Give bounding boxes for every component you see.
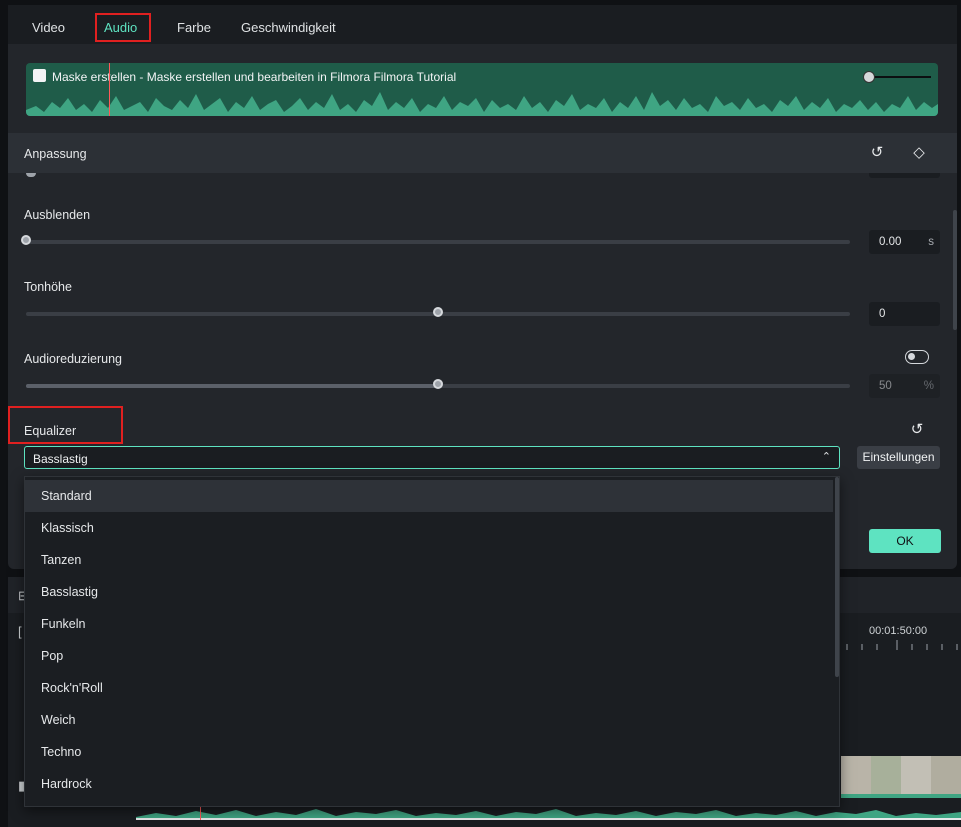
fadeout-value: 0.00 xyxy=(879,236,902,248)
section-title: Anpassung xyxy=(24,147,87,161)
denoise-slider[interactable] xyxy=(26,379,850,389)
music-note-icon xyxy=(33,69,46,82)
pitch-label: Tonhöhe xyxy=(24,280,72,294)
equalizer-option-label: Hardrock xyxy=(41,777,92,791)
equalizer-selected: Basslastig xyxy=(33,452,88,466)
equalizer-option[interactable]: Rock'n'Roll xyxy=(25,672,833,704)
equalizer-option-label: Pop xyxy=(41,649,64,663)
fadeout-unit: s xyxy=(928,236,934,248)
ok-button[interactable]: OK xyxy=(869,529,941,553)
video-clip-thumbnails[interactable] xyxy=(841,756,961,798)
equalizer-option-label: Rock'n'Roll xyxy=(41,681,103,695)
tab-video[interactable]: Video xyxy=(32,20,65,35)
equalizer-option-label: Tanzen xyxy=(41,553,82,567)
equalizer-option-label: Weich xyxy=(41,713,76,727)
pitch-value: 0 xyxy=(879,308,886,320)
denoise-slider-fill xyxy=(26,384,438,388)
chevron-up-icon: ⌃ xyxy=(821,451,831,463)
equalizer-option[interactable]: Tanzen xyxy=(25,544,833,576)
pitch-slider[interactable] xyxy=(26,307,850,317)
equalizer-option[interactable]: Weich xyxy=(25,704,833,736)
audio-clip-preview: Maske erstellen - Maske erstellen und be… xyxy=(26,63,938,116)
equalizer-option[interactable]: Funkeln xyxy=(25,608,833,640)
equalizer-option[interactable]: Pop xyxy=(25,640,833,672)
audio-tab-highlight xyxy=(95,13,151,42)
equalizer-select[interactable]: Basslastig ⌃ xyxy=(24,446,840,469)
equalizer-option[interactable]: Hardrock xyxy=(25,768,833,800)
equalizer-reset-icon[interactable]: ↺ xyxy=(909,422,925,438)
section-header: Anpassung ↺ ◇ xyxy=(8,133,957,173)
equalizer-option-label: Techno xyxy=(41,745,82,759)
tab-geschwindigkeit[interactable]: Geschwindigkeit xyxy=(241,20,336,35)
volume-slider-track[interactable] xyxy=(869,76,931,78)
equalizer-option[interactable]: Standard xyxy=(25,480,833,512)
fadeout-label: Ausblenden xyxy=(24,208,91,222)
denoise-toggle[interactable] xyxy=(905,350,929,364)
settings-button[interactable]: Einstellungen xyxy=(857,446,940,469)
pitch-slider-knob[interactable] xyxy=(433,307,443,317)
equalizer-option[interactable]: Techno xyxy=(25,736,833,768)
equalizer-option-label: Klassisch xyxy=(41,521,94,535)
tab-farbe[interactable]: Farbe xyxy=(177,20,211,35)
equalizer-option-label: Basslastig xyxy=(41,585,98,599)
playhead[interactable] xyxy=(109,63,110,116)
equalizer-highlight xyxy=(8,406,123,444)
equalizer-dropdown: Standard Klassisch Tanzen Basslastig Funkeln… xyxy=(24,476,840,807)
volume-slider-knob[interactable] xyxy=(863,71,875,83)
equalizer-option[interactable]: Basslastig xyxy=(25,576,833,608)
equalizer-option-label: Standard xyxy=(41,489,92,503)
timeline-ruler-ticks xyxy=(846,640,958,650)
fadeout-value-field[interactable]: 0.00 s xyxy=(869,230,940,254)
equalizer-option-label: Funkeln xyxy=(41,617,86,631)
reset-icon[interactable]: ↺ xyxy=(869,145,885,161)
dropdown-scrollbar[interactable] xyxy=(835,477,839,677)
fadeout-slider-knob[interactable] xyxy=(21,235,31,245)
equalizer-option[interactable]: Klassisch xyxy=(25,512,833,544)
fadeout-slider[interactable] xyxy=(21,235,850,245)
audio-waveform xyxy=(26,92,938,116)
denoise-label: Audioreduzierung xyxy=(24,352,122,366)
denoise-value: 50 xyxy=(879,380,892,392)
keyframe-diamond-icon[interactable]: ◇ xyxy=(911,145,927,161)
track-add-icon[interactable]: [ xyxy=(18,624,22,639)
denoise-unit: % xyxy=(923,380,934,392)
denoise-value-field[interactable]: 50 % xyxy=(869,374,940,398)
panel-scrollbar[interactable] xyxy=(953,210,957,330)
fadein-value-partial[interactable] xyxy=(869,173,940,178)
denoise-slider-knob[interactable] xyxy=(433,379,443,389)
timeline-timecode: 00:01:50:00 xyxy=(869,625,928,637)
denoise-toggle-dot xyxy=(908,353,915,360)
pitch-value-field[interactable]: 0 xyxy=(869,302,940,326)
clip-title: Maske erstellen - Maske erstellen und be… xyxy=(52,70,457,84)
